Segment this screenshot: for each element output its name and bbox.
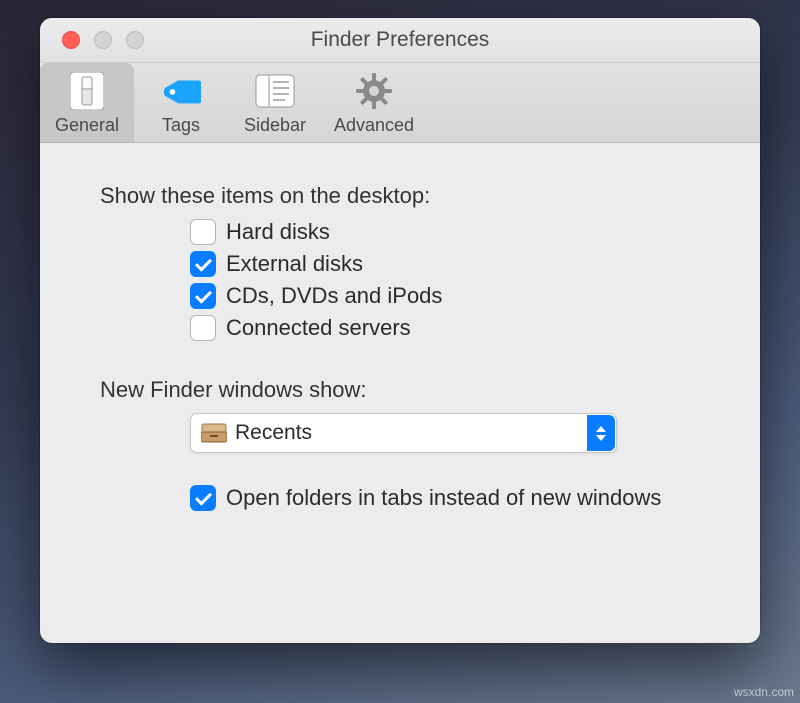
- tab-label: General: [55, 115, 119, 136]
- toolbar: General Tags: [40, 63, 760, 143]
- row-external-disks[interactable]: External disks: [190, 251, 710, 277]
- checkbox-external-disks[interactable]: [190, 251, 216, 277]
- desktop-items-heading: Show these items on the desktop:: [100, 183, 710, 209]
- close-button[interactable]: [62, 31, 80, 49]
- checkbox-connected-servers[interactable]: [190, 315, 216, 341]
- row-open-in-tabs[interactable]: Open folders in tabs instead of new wind…: [190, 485, 710, 511]
- tab-label: Advanced: [334, 115, 414, 136]
- titlebar[interactable]: Finder Preferences: [40, 18, 760, 63]
- watermark: wsxdn.com: [734, 685, 794, 699]
- checkbox-label: Connected servers: [226, 315, 411, 341]
- checkbox-cds-dvds-ipods[interactable]: [190, 283, 216, 309]
- tag-icon: [161, 71, 201, 111]
- tab-advanced[interactable]: Advanced: [322, 63, 426, 142]
- checkbox-label: CDs, DVDs and iPods: [226, 283, 442, 309]
- tab-label: Sidebar: [244, 115, 306, 136]
- tab-label: Tags: [162, 115, 200, 136]
- minimize-button[interactable]: [94, 31, 112, 49]
- tab-general[interactable]: General: [40, 63, 134, 142]
- gear-icon: [354, 71, 394, 111]
- checkbox-label: External disks: [226, 251, 363, 277]
- row-cds-dvds-ipods[interactable]: CDs, DVDs and iPods: [190, 283, 710, 309]
- content-pane: Show these items on the desktop: Hard di…: [40, 143, 760, 547]
- new-window-select[interactable]: Recents: [190, 413, 617, 453]
- select-value: Recents: [235, 421, 587, 445]
- recents-drawer-icon: [201, 423, 227, 443]
- tab-tags[interactable]: Tags: [134, 63, 228, 142]
- preferences-window: Finder Preferences General: [40, 18, 760, 643]
- window-title: Finder Preferences: [40, 28, 760, 52]
- checkbox-label: Hard disks: [226, 219, 330, 245]
- zoom-button[interactable]: [126, 31, 144, 49]
- switch-icon: [67, 71, 107, 111]
- checkbox-open-in-tabs[interactable]: [190, 485, 216, 511]
- tab-sidebar[interactable]: Sidebar: [228, 63, 322, 142]
- row-connected-servers[interactable]: Connected servers: [190, 315, 710, 341]
- new-window-heading: New Finder windows show:: [100, 377, 710, 403]
- checkbox-label: Open folders in tabs instead of new wind…: [226, 485, 661, 511]
- sidebar-icon: [255, 71, 295, 111]
- checkbox-hard-disks[interactable]: [190, 219, 216, 245]
- select-stepper-icon[interactable]: [587, 415, 615, 451]
- row-hard-disks[interactable]: Hard disks: [190, 219, 710, 245]
